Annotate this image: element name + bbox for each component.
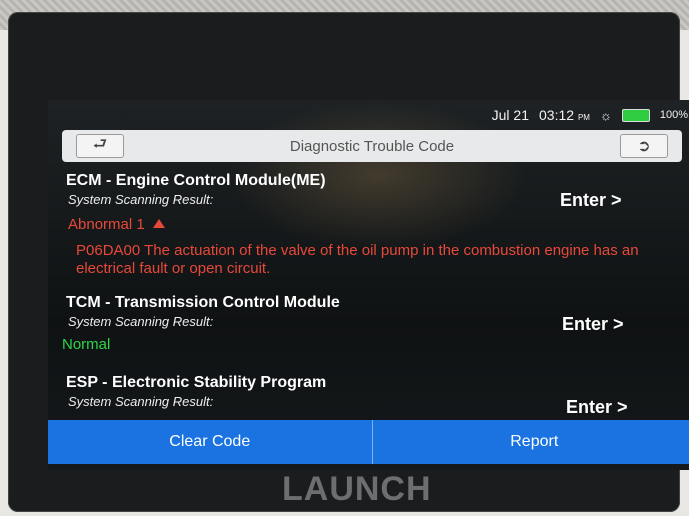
scan-label-tcm: System Scanning Result: xyxy=(68,314,214,329)
status-ampm: PM xyxy=(577,113,590,122)
result-ecm: Abnormal 1 xyxy=(68,216,165,233)
status-bar: Jul 21 03:12 PM ☼ 100% xyxy=(492,104,688,126)
enter-button-esp[interactable]: Enter > xyxy=(566,397,628,418)
status-time: 03:12 PM xyxy=(539,107,590,123)
module-title-esp[interactable]: ESP - Electronic Stability Program xyxy=(66,374,326,392)
module-title-ecm[interactable]: ECM - Engine Control Module(ME) xyxy=(66,172,326,190)
dtc-description: P06DA00 The actuation of the valve of th… xyxy=(76,242,639,277)
clear-code-button[interactable]: Clear Code xyxy=(48,420,373,464)
brand-logo: LAUNCH xyxy=(282,470,432,508)
scan-label-ecm: System Scanning Result: xyxy=(68,192,214,207)
result-tcm: Normal xyxy=(62,336,111,353)
device-screen: Jul 21 03:12 PM ☼ 100% ⮐ Diagnostic Trou… xyxy=(48,100,689,470)
scan-label-esp: System Scanning Result: xyxy=(68,394,214,409)
battery-icon xyxy=(621,108,650,122)
module-title-tcm[interactable]: TCM - Transmission Control Module xyxy=(66,294,340,312)
enter-button-ecm[interactable]: Enter > xyxy=(560,190,622,211)
report-button[interactable]: Report xyxy=(372,420,689,464)
back-button[interactable]: ⮐ xyxy=(76,134,124,158)
back-arrow-icon: ⮐ xyxy=(92,135,108,153)
exit-icon: ➲ xyxy=(637,138,651,155)
page-title: Diagnostic Trouble Code xyxy=(289,137,455,155)
exit-button[interactable]: ➲ xyxy=(620,134,668,158)
enter-button-tcm[interactable]: Enter > xyxy=(562,314,624,335)
wifi-icon: ☼ xyxy=(599,107,612,123)
status-date: Jul 21 xyxy=(491,107,529,123)
scan-tool-device: Jul 21 03:12 PM ☼ 100% ⮐ Diagnostic Trou… xyxy=(8,12,689,512)
title-bar: ⮐ Diagnostic Trouble Code ➲ xyxy=(62,130,682,162)
bottom-action-bar: Clear Code Report xyxy=(48,420,689,464)
warning-triangle-icon xyxy=(152,219,165,228)
battery-percent: 100% xyxy=(659,109,688,121)
